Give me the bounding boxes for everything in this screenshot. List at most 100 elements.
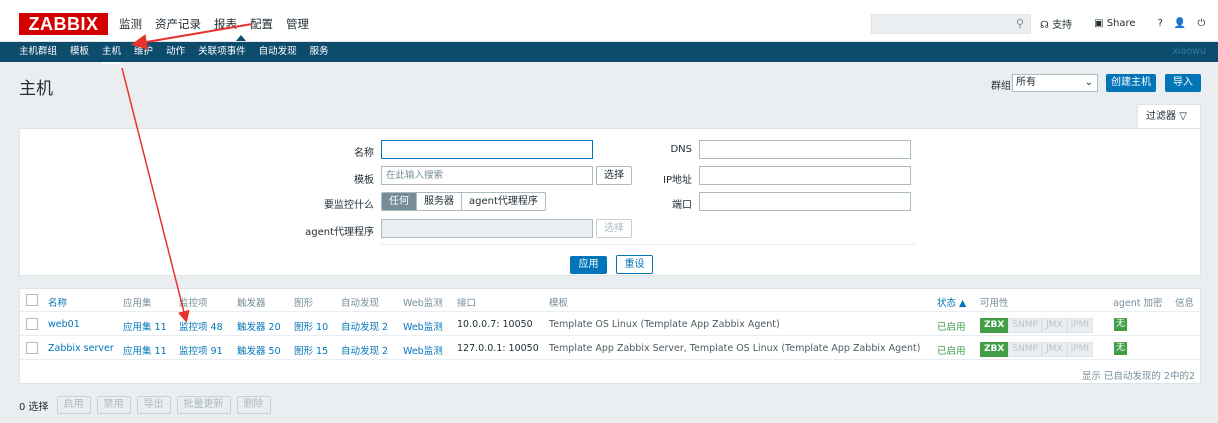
col-apps: 应用集 <box>123 298 152 309</box>
col-name[interactable]: 名称 <box>48 295 67 309</box>
port-input[interactable] <box>699 192 911 211</box>
username: xiaowu <box>1172 46 1206 57</box>
active-nav-indicator <box>236 35 246 41</box>
subnav-hosts[interactable]: 主机 <box>102 42 122 64</box>
name-input[interactable] <box>381 140 593 159</box>
zbx-badge: ZBX <box>980 342 1009 357</box>
export-button: 导出 <box>136 396 171 414</box>
zabbix-logo[interactable]: ZABBIX <box>19 13 108 35</box>
name-label: 名称 <box>354 148 374 159</box>
jmx-badge: JMX <box>1041 342 1067 357</box>
status-value[interactable]: 已启用 <box>937 319 966 333</box>
nav-configuration[interactable]: 配置 <box>250 16 273 32</box>
disable-button: 禁用 <box>96 396 131 414</box>
subnav-maintenance[interactable]: 维护 <box>134 42 153 64</box>
hosts-table: 名称 应用集 监控项 触发器 图形 自动发现 Web监测 接口 模板 状态 ▲ … <box>19 288 1201 384</box>
col-discovery: 自动发现 <box>341 298 380 309</box>
col-web: Web监测 <box>403 298 443 309</box>
proxy-label: agent代理程序 <box>305 227 374 238</box>
dns-label: DNS <box>670 144 692 155</box>
nav-inventory[interactable]: 资产记录 <box>155 16 201 32</box>
table-header: 名称 应用集 监控项 触发器 图形 自动发现 Web监测 接口 模板 状态 ▲ … <box>20 289 1200 312</box>
subnav-correlation[interactable]: 关联项事件 <box>198 42 246 64</box>
apps-link[interactable]: 应用集 11 <box>123 319 167 333</box>
templates-value[interactable]: Template App Zabbix Server, Template OS … <box>549 343 920 354</box>
support-link[interactable]: ☊ 支持 <box>1040 16 1083 31</box>
help-icon[interactable]: ? <box>1158 18 1163 29</box>
subnav-host-groups[interactable]: 主机群组 <box>19 42 57 64</box>
create-host-button[interactable]: 创建主机 <box>1106 74 1156 92</box>
logout-icon[interactable]: ⏻ <box>1197 18 1205 29</box>
host-name-link[interactable]: Zabbix server <box>48 343 114 354</box>
col-encryption: agent 加密 <box>1113 298 1163 309</box>
discovery-link[interactable]: 自动发现 2 <box>341 343 388 357</box>
filter-tab-label: 过滤器 <box>1146 111 1176 122</box>
sub-nav: 主机群组 模板 主机 维护 动作 关联项事件 自动发现 服务 xiaowu <box>0 42 1218 64</box>
templates-value[interactable]: Template OS Linux (Template App Zabbix A… <box>549 319 780 330</box>
graphs-link[interactable]: 图形 15 <box>294 343 328 357</box>
items-link[interactable]: 监控项 48 <box>179 319 223 333</box>
monitor-proxy[interactable]: agent代理程序 <box>462 193 545 210</box>
items-link[interactable]: 监控项 91 <box>179 343 223 357</box>
monitor-any[interactable]: 任何 <box>382 193 417 210</box>
filter-tab[interactable]: 过滤器 ▽ <box>1137 104 1201 129</box>
nav-monitoring[interactable]: 监测 <box>119 16 142 32</box>
nav-reports[interactable]: 报表 <box>214 16 237 32</box>
col-interface: 接口 <box>457 298 477 309</box>
triggers-link[interactable]: 触发器 20 <box>237 319 281 333</box>
table-footer: 显示 已自动发现的 2中的2 <box>1081 371 1195 382</box>
select-all-checkbox[interactable] <box>26 294 38 306</box>
ip-label: IP地址 <box>663 175 692 186</box>
discovery-link[interactable]: 自动发现 2 <box>341 319 388 333</box>
monitor-label: 要监控什么 <box>324 200 374 211</box>
host-name-link[interactable]: web01 <box>48 319 80 330</box>
col-status[interactable]: 状态 ▲ <box>937 295 966 309</box>
search-input[interactable]: ⚲ <box>871 14 1031 34</box>
top-links: ☊ 支持 ▣ Share ? 👤 ⏻ <box>1040 16 1216 31</box>
nav-administration[interactable]: 管理 <box>286 16 309 32</box>
subnav-actions[interactable]: 动作 <box>166 42 185 64</box>
row-checkbox[interactable] <box>26 342 38 354</box>
interface-value: 10.0.0.7: 10050 <box>457 319 533 330</box>
web-link[interactable]: Web监测 <box>403 319 443 333</box>
group-label: 群组 <box>991 81 1011 92</box>
col-graphs: 图形 <box>294 298 314 309</box>
reset-button[interactable]: 重设 <box>616 255 653 274</box>
row-checkbox[interactable] <box>26 318 38 330</box>
subnav-services[interactable]: 服务 <box>310 42 329 64</box>
user-profile-icon[interactable]: 👤 <box>1174 18 1186 29</box>
group-select[interactable]: 所有 ⌄ <box>1012 74 1098 92</box>
status-value[interactable]: 已启用 <box>937 343 966 357</box>
monitor-server[interactable]: 服务器 <box>417 193 462 210</box>
ip-input[interactable] <box>699 166 911 185</box>
table-row: Zabbix server 应用集 11 监控项 91 触发器 50 图形 15… <box>20 337 1200 360</box>
apply-button[interactable]: 应用 <box>570 256 607 274</box>
triggers-link[interactable]: 触发器 50 <box>237 343 281 357</box>
encryption-badge: 无 <box>1114 342 1127 355</box>
snmp-badge: SNMP <box>1008 342 1042 357</box>
import-button[interactable]: 导入 <box>1165 74 1201 92</box>
top-bar: ZABBIX 监测 资产记录 报表 配置 管理 ⚲ ☊ 支持 ▣ Share ?… <box>0 0 1218 42</box>
enable-button: 启用 <box>56 396 91 414</box>
table-row: web01 应用集 11 监控项 48 触发器 20 图形 10 自动发现 2 … <box>20 313 1200 336</box>
page-title: 主机 <box>19 79 53 99</box>
filter-divider <box>380 244 916 245</box>
share-link[interactable]: ▣ Share <box>1094 18 1147 29</box>
graphs-link[interactable]: 图形 10 <box>294 319 328 333</box>
mass-update-button: 批量更新 <box>176 396 231 414</box>
col-templates: 模板 <box>549 298 569 309</box>
search-icon[interactable]: ⚲ <box>1016 17 1024 30</box>
template-input[interactable]: 在此输入搜索 <box>381 166 593 185</box>
subnav-templates[interactable]: 模板 <box>70 42 89 64</box>
apps-link[interactable]: 应用集 11 <box>123 343 167 357</box>
dns-input[interactable] <box>699 140 911 159</box>
ipmi-badge: IPMI <box>1066 318 1094 333</box>
web-link[interactable]: Web监测 <box>403 343 443 357</box>
filter-panel: 名称 模板 在此输入搜索 选择 要监控什么 agent代理程序 选择 DNS I… <box>19 128 1201 276</box>
zbx-badge: ZBX <box>980 318 1009 333</box>
interface-value: 127.0.0.1: 10050 <box>457 343 539 354</box>
filter-icon: ▽ <box>1179 111 1187 122</box>
subnav-discovery[interactable]: 自动发现 <box>259 42 297 64</box>
monitor-type-toggle: 任何 服务器 agent代理程序 <box>381 192 546 211</box>
group-select-value: 所有 <box>1016 77 1036 88</box>
